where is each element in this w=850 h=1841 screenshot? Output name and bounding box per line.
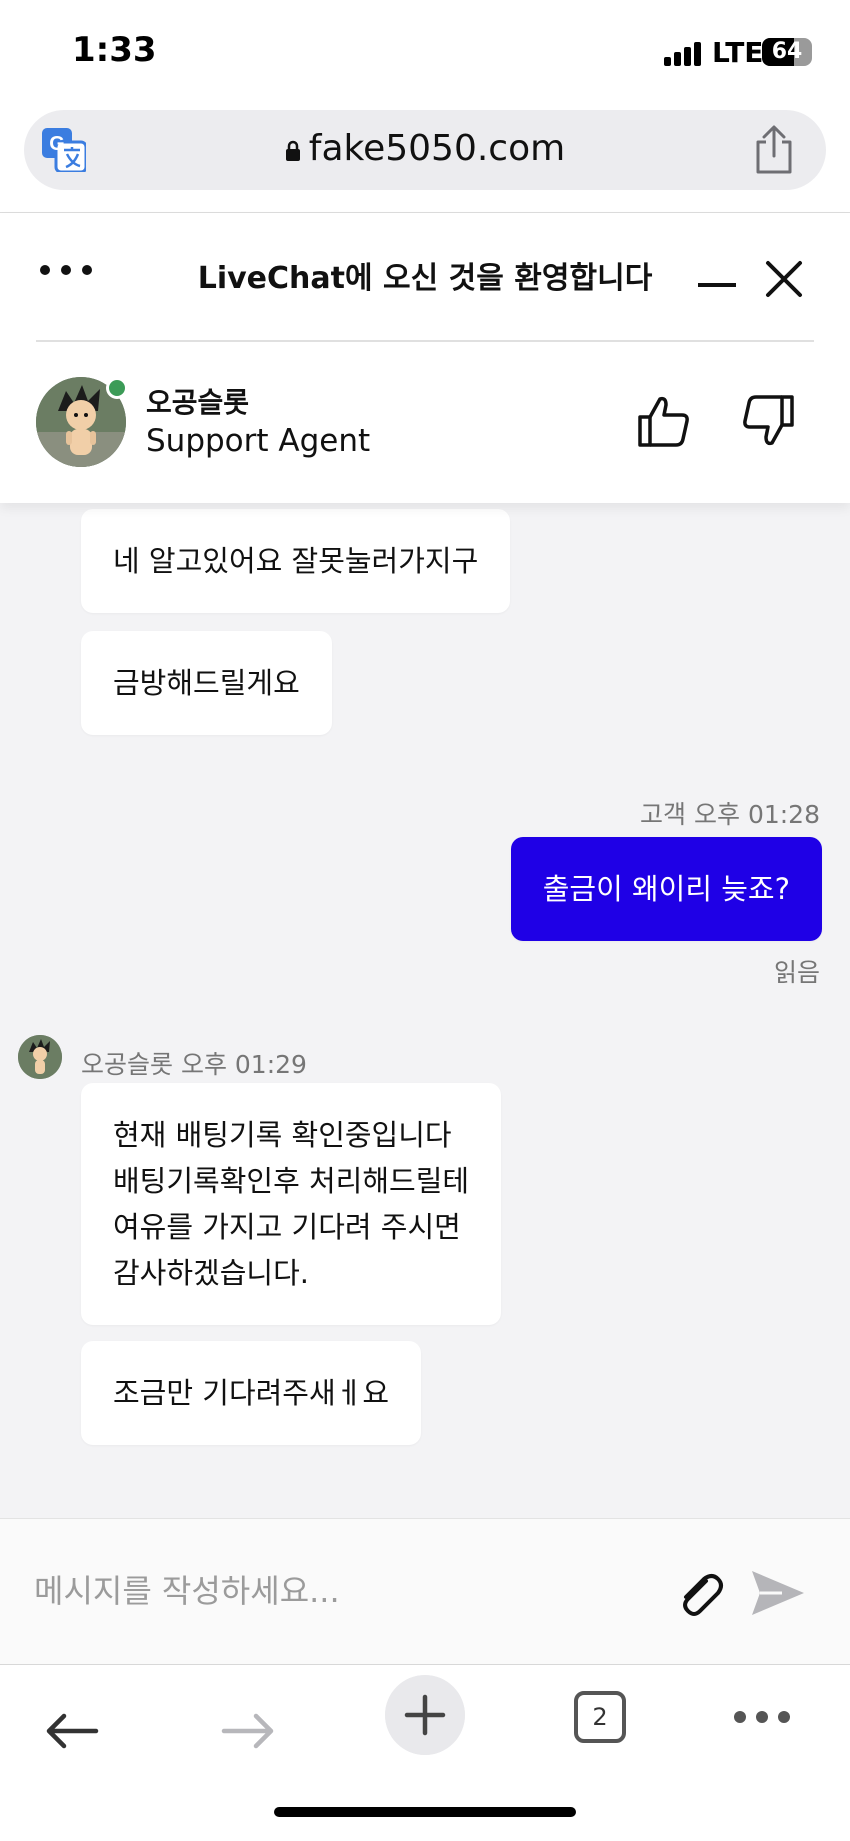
agent-message-bubble: 조금만 기다려주새ㅔ요 — [81, 1341, 422, 1445]
customer-message-meta: 고객 오후 01:28 — [640, 800, 820, 829]
agent-message-meta: 오공슬롯 오후 01:29 — [81, 1050, 307, 1079]
minimize-icon[interactable] — [698, 283, 736, 287]
chat-header: LiveChat에 오신 것을 환영합니다 오공슬롯 Support Agent — [0, 213, 850, 503]
message-composer — [0, 1518, 850, 1664]
message-input[interactable] — [34, 1563, 634, 1619]
agent-name: 오공슬롯 — [146, 386, 250, 419]
message-line: 여유를 가지고 기다려 주시면 — [113, 1210, 461, 1244]
agent-small-avatar — [18, 1035, 62, 1079]
page: 1:33 LTE 64 G fake5050.com LiveChat에 오신 … — [0, 0, 850, 1841]
signal-icon — [664, 40, 704, 66]
lock-icon — [285, 140, 300, 161]
chat-title: LiveChat에 오신 것을 환영합니다 — [197, 261, 653, 296]
network-label: LTE — [712, 36, 764, 69]
menu-dots-icon[interactable] — [40, 265, 92, 281]
url-text[interactable]: fake5050.com — [24, 128, 826, 169]
new-tab-icon[interactable] — [385, 1675, 465, 1755]
message-line: 배팅기록확인후 처리해드릴테 — [113, 1164, 470, 1198]
message-line: 현재 배팅기록 확인중입니다 — [113, 1118, 452, 1152]
back-arrow-icon[interactable] — [44, 1711, 100, 1751]
read-receipt: 읽음 — [773, 958, 820, 987]
forward-arrow-icon[interactable] — [220, 1711, 276, 1751]
status-time: 1:33 — [72, 30, 157, 70]
battery-level: 64 — [771, 39, 803, 64]
more-options-icon[interactable] — [734, 1711, 790, 1723]
agent-role: Support Agent — [146, 423, 371, 459]
home-indicator — [274, 1807, 576, 1817]
paperclip-icon[interactable] — [672, 1567, 728, 1623]
share-icon[interactable] — [752, 124, 796, 176]
agent-message-bubble: 네 알고있어요 잘못눌러가지구 — [81, 509, 511, 613]
customer-message-bubble: 출금이 왜이리 늦죠? — [510, 837, 822, 941]
status-bar: 1:33 LTE 64 — [0, 0, 850, 100]
address-bar[interactable]: G fake5050.com — [24, 110, 826, 190]
online-status-dot — [106, 377, 128, 399]
close-icon[interactable] — [764, 259, 804, 299]
message-line: 감사하겠습니다. — [113, 1256, 309, 1290]
browser-toolbar: 2 — [0, 1664, 850, 1841]
battery-icon: 64 — [762, 38, 812, 66]
title-divider — [36, 340, 814, 342]
url-value: fake5050.com — [308, 128, 566, 169]
thumbs-down-icon[interactable] — [740, 393, 796, 449]
conversation-area[interactable]: 네 알고있어요 잘못눌러가지구 금방해드릴게요 고객 오후 01:28 출금이 … — [0, 503, 850, 1518]
agent-message-bubble: 금방해드릴게요 — [81, 631, 332, 735]
send-icon[interactable] — [748, 1565, 808, 1621]
thumbs-up-icon[interactable] — [636, 393, 692, 449]
tab-switcher-button[interactable]: 2 — [574, 1691, 626, 1743]
agent-message-bubble: 현재 배팅기록 확인중입니다 배팅기록확인후 처리해드릴테 여유를 가지고 기다… — [81, 1083, 502, 1325]
